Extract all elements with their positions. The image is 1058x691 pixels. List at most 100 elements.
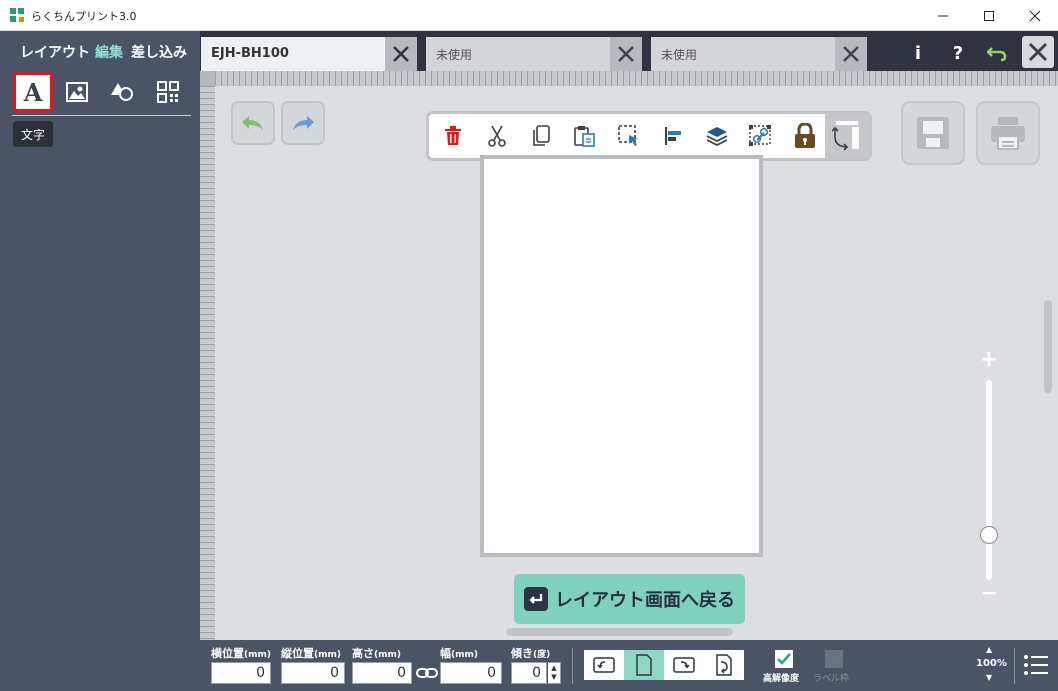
high-resolution-label: 高解像度 <box>763 674 800 684</box>
angle-label: 傾き(度) <box>511 647 551 660</box>
close-icon <box>618 46 634 62</box>
height-input[interactable]: 0 <box>352 662 412 684</box>
window-close-button[interactable] <box>1012 0 1058 31</box>
tab-close-button[interactable] <box>610 37 642 71</box>
image-tool-button[interactable] <box>57 72 97 112</box>
tab-close-button[interactable] <box>385 37 417 71</box>
svg-text:A: A <box>23 79 43 105</box>
spin-down-icon[interactable]: ▼ <box>551 673 556 682</box>
document-tab-1[interactable]: EJH-BH100 <box>201 37 417 71</box>
list-menu-icon[interactable] <box>1023 652 1049 678</box>
x-position-input[interactable]: 0 <box>211 662 271 684</box>
delete-icon <box>445 126 461 145</box>
width-input[interactable]: 0 <box>440 662 502 684</box>
lock-icon <box>795 123 815 148</box>
text-icon: A <box>23 79 43 105</box>
tab-close-button[interactable] <box>835 37 867 71</box>
angle-input[interactable]: 0 <box>511 662 547 684</box>
document-tab-2[interactable]: 未使用 <box>426 37 642 71</box>
document-tab-bar: EJH-BH100 未使用 未使用 i ? <box>200 31 1058 71</box>
tab-layout[interactable]: レイアウト <box>20 42 90 62</box>
tab-merge[interactable]: 差し込み <box>131 42 187 62</box>
group-icon <box>749 125 771 146</box>
minimize-button[interactable] <box>920 0 966 31</box>
save-button[interactable] <box>901 101 965 165</box>
undo-button[interactable] <box>231 101 275 145</box>
y-position-input[interactable]: 0 <box>281 662 345 684</box>
zoom-up-icon[interactable]: ▲ <box>986 645 992 654</box>
spin-up-icon[interactable]: ▲ <box>551 664 556 673</box>
cut-icon <box>488 125 506 147</box>
orientation-group <box>584 650 744 680</box>
rotate-left-page-icon <box>593 657 615 673</box>
aspect-link-icon[interactable] <box>416 665 438 681</box>
canvas-area[interactable]: レイアウト画面へ戻る + − <box>200 71 1058 640</box>
title-bar: らくちんプリント3.0 <box>0 0 1058 31</box>
text-tool-button[interactable]: A <box>13 72 53 112</box>
document-tab-3[interactable]: 未使用 <box>651 37 867 71</box>
maximize-button[interactable] <box>966 0 1012 31</box>
redo-icon <box>293 116 314 130</box>
orientation-portrait-button[interactable] <box>624 650 664 680</box>
return-to-layout-button[interactable]: レイアウト画面へ戻る <box>514 574 745 624</box>
zoom-slider-track[interactable] <box>986 380 992 580</box>
zoom-level: 100% <box>976 658 1007 669</box>
edit-toolbar <box>426 111 872 161</box>
zoom-in-button[interactable]: + <box>979 349 999 371</box>
qr-code-tool-button[interactable] <box>148 72 188 112</box>
tooltip: 文字 <box>13 121 53 147</box>
angle-spinner[interactable]: ▲ ▼ <box>548 662 561 684</box>
copy-button[interactable] <box>525 120 557 152</box>
orientation-flip-button[interactable] <box>704 650 744 680</box>
label-page[interactable] <box>480 155 763 557</box>
high-resolution-checkbox[interactable] <box>775 650 793 668</box>
close-icon <box>1029 10 1041 21</box>
help-button[interactable]: ? <box>944 39 972 67</box>
select-all-button[interactable] <box>613 120 645 152</box>
redo-button[interactable] <box>281 101 325 145</box>
save-icon <box>917 117 949 149</box>
vertical-scrollbar[interactable] <box>1044 300 1052 393</box>
zoom-slider-thumb[interactable] <box>980 526 998 544</box>
zoom-out-button[interactable]: − <box>979 583 999 605</box>
shape-tool-button[interactable] <box>102 72 142 112</box>
app-icon <box>10 8 24 22</box>
back-button[interactable] <box>983 39 1011 67</box>
transform-button[interactable] <box>825 114 869 158</box>
undo-icon <box>242 116 263 130</box>
x-position-label: 横位置(mm) <box>211 647 271 660</box>
qr-code-icon <box>157 81 179 103</box>
layers-icon <box>706 127 728 147</box>
label-frame-checkbox <box>825 650 843 668</box>
orientation-rotate-right-button[interactable] <box>664 650 704 680</box>
panel-divider <box>12 115 191 116</box>
info-button[interactable]: i <box>904 39 932 67</box>
orientation-rotate-left-button[interactable] <box>584 650 624 680</box>
horizontal-scrollbar[interactable] <box>506 628 733 636</box>
zoom-down-icon[interactable]: ▼ <box>986 673 992 682</box>
tab-edit[interactable]: 編集 <box>95 42 123 62</box>
close-icon <box>393 46 409 62</box>
cut-button[interactable] <box>481 120 513 152</box>
height-label: 高さ(mm) <box>352 647 401 660</box>
flip-page-icon <box>716 654 732 676</box>
lock-button[interactable] <box>789 120 821 152</box>
transform-icon <box>832 121 859 151</box>
property-bar: 横位置(mm) 0 縦位置(mm) 0 高さ(mm) 0 幅(mm) 0 傾き(… <box>200 640 1058 691</box>
label-frame-label: ラベル枠 <box>813 674 850 684</box>
group-button[interactable] <box>745 120 777 152</box>
shape-icon <box>111 83 133 101</box>
horizontal-ruler <box>215 71 1058 86</box>
print-button[interactable] <box>976 101 1040 165</box>
document-tab-label: 未使用 <box>436 48 473 62</box>
delete-button[interactable] <box>437 120 469 152</box>
maximize-icon <box>984 10 994 21</box>
align-button[interactable] <box>657 120 689 152</box>
paste-button[interactable] <box>569 120 601 152</box>
layers-button[interactable] <box>701 120 733 152</box>
document-tab-label: EJH-BH100 <box>211 46 289 61</box>
close-icon <box>1028 42 1048 62</box>
exit-button[interactable] <box>1022 36 1054 68</box>
paste-icon <box>574 126 595 147</box>
check-icon <box>777 653 791 665</box>
